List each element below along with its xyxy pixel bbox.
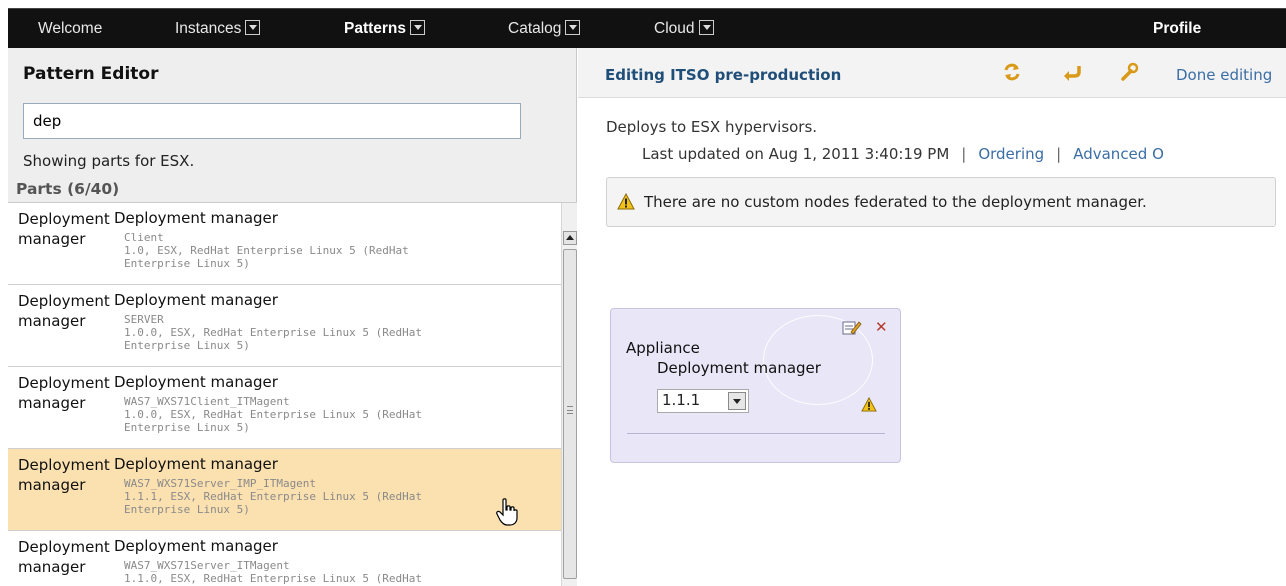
part-name: Deployment manager (18, 210, 110, 248)
pattern-editor-pane: Pattern Editor Showing parts for ESX. Pa… (8, 48, 577, 586)
scroll-up-button[interactable] (563, 231, 577, 245)
done-editing-link[interactable]: Done editing (1176, 66, 1272, 84)
part-title: Deployment manager (114, 209, 278, 227)
top-nav: Welcome Instances Patterns Catalog Cloud… (0, 0, 1286, 48)
refresh-icon[interactable] (1002, 62, 1022, 82)
part-name: Deployment manager (18, 292, 110, 330)
node-divider (627, 433, 885, 434)
version-select[interactable]: 1.1.1 (657, 389, 749, 413)
nav-patterns[interactable]: Patterns (344, 9, 426, 49)
part-title: Deployment manager (114, 537, 278, 555)
part-details: WAS7_WXS71Client_ITMagent 1.0.0, ESX, Re… (124, 395, 423, 434)
part-details: SERVER 1.0.0, ESX, RedHat Enterprise Lin… (124, 313, 423, 352)
parts-list: Deployment manager Deployment manager Cl… (8, 202, 577, 586)
chevron-down-icon[interactable] (728, 392, 746, 410)
chevron-down-icon[interactable] (245, 20, 261, 35)
warning-message: There are no custom nodes federated to t… (606, 177, 1276, 227)
chevron-down-icon[interactable] (410, 20, 426, 35)
close-icon[interactable]: ✕ (875, 318, 888, 336)
part-name: Deployment manager (18, 456, 110, 494)
nav-profile[interactable]: Profile (1153, 9, 1201, 49)
part-title: Deployment manager (114, 373, 278, 391)
part-details: WAS7_WXS71Server_ITMagent 1.1.0, ESX, Re… (124, 559, 423, 585)
list-item[interactable]: Deployment manager Deployment manager Cl… (8, 203, 561, 285)
wrench-icon[interactable] (1119, 62, 1139, 82)
editing-title: Editing ITSO pre-production (605, 66, 842, 84)
ordering-link[interactable]: Ordering (978, 145, 1044, 163)
pattern-meta: Last updated on Aug 1, 2011 3:40:19 PM | O… (642, 145, 1164, 163)
part-title: Deployment manager (114, 455, 278, 473)
edit-icon[interactable] (842, 319, 862, 337)
list-item-selected[interactable]: Deployment manager Deployment manager WA… (8, 449, 561, 531)
editor-header: Editing ITSO pre-production Done editing (578, 48, 1286, 98)
parts-scrollbar[interactable] (561, 203, 577, 586)
nav-instances[interactable]: Instances (175, 9, 261, 49)
nav-catalog[interactable]: Catalog (508, 9, 581, 49)
parts-header: Parts (6/40) (16, 180, 120, 198)
list-item[interactable]: Deployment manager Deployment manager WA… (8, 367, 561, 449)
nav-welcome[interactable]: Welcome (38, 9, 102, 49)
chevron-down-icon[interactable] (565, 20, 581, 35)
last-updated-text: Last updated on Aug 1, 2011 3:40:19 PM (642, 145, 950, 163)
part-details: Client 1.0, ESX, RedHat Enterprise Linux… (124, 231, 409, 270)
list-item[interactable]: Deployment manager Deployment manager SE… (8, 285, 561, 367)
showing-parts-text: Showing parts for ESX. (23, 152, 195, 170)
node-label: Appliance (626, 339, 700, 357)
warning-icon (861, 397, 877, 412)
top-nav-bar: Welcome Instances Patterns Catalog Cloud… (8, 8, 1286, 48)
list-item[interactable]: Deployment manager Deployment manager WA… (8, 531, 561, 586)
grip-icon (567, 406, 573, 414)
warning-icon (617, 193, 635, 210)
part-name: Deployment manager (18, 374, 110, 412)
node-component: Deployment manager (657, 359, 821, 377)
appliance-node[interactable]: ✕ Appliance Deployment manager 1.1.1 (610, 308, 901, 463)
part-details: WAS7_WXS71Server_IMP_ITMagent 1.1.1, ESX… (124, 477, 423, 516)
part-name: Deployment manager (18, 538, 110, 576)
hand-cursor-icon (496, 498, 518, 526)
part-title: Deployment manager (114, 291, 278, 309)
pattern-description: Deploys to ESX hypervisors. (606, 118, 818, 136)
chevron-down-icon[interactable] (698, 20, 714, 35)
undo-icon[interactable] (1062, 62, 1082, 82)
search-input[interactable] (23, 103, 521, 139)
warning-text: There are no custom nodes federated to t… (644, 193, 1147, 211)
advanced-options-link[interactable]: Advanced O (1073, 145, 1164, 163)
pane-title: Pattern Editor (23, 64, 159, 84)
scroll-thumb[interactable] (563, 249, 577, 579)
nav-cloud[interactable]: Cloud (654, 9, 714, 49)
